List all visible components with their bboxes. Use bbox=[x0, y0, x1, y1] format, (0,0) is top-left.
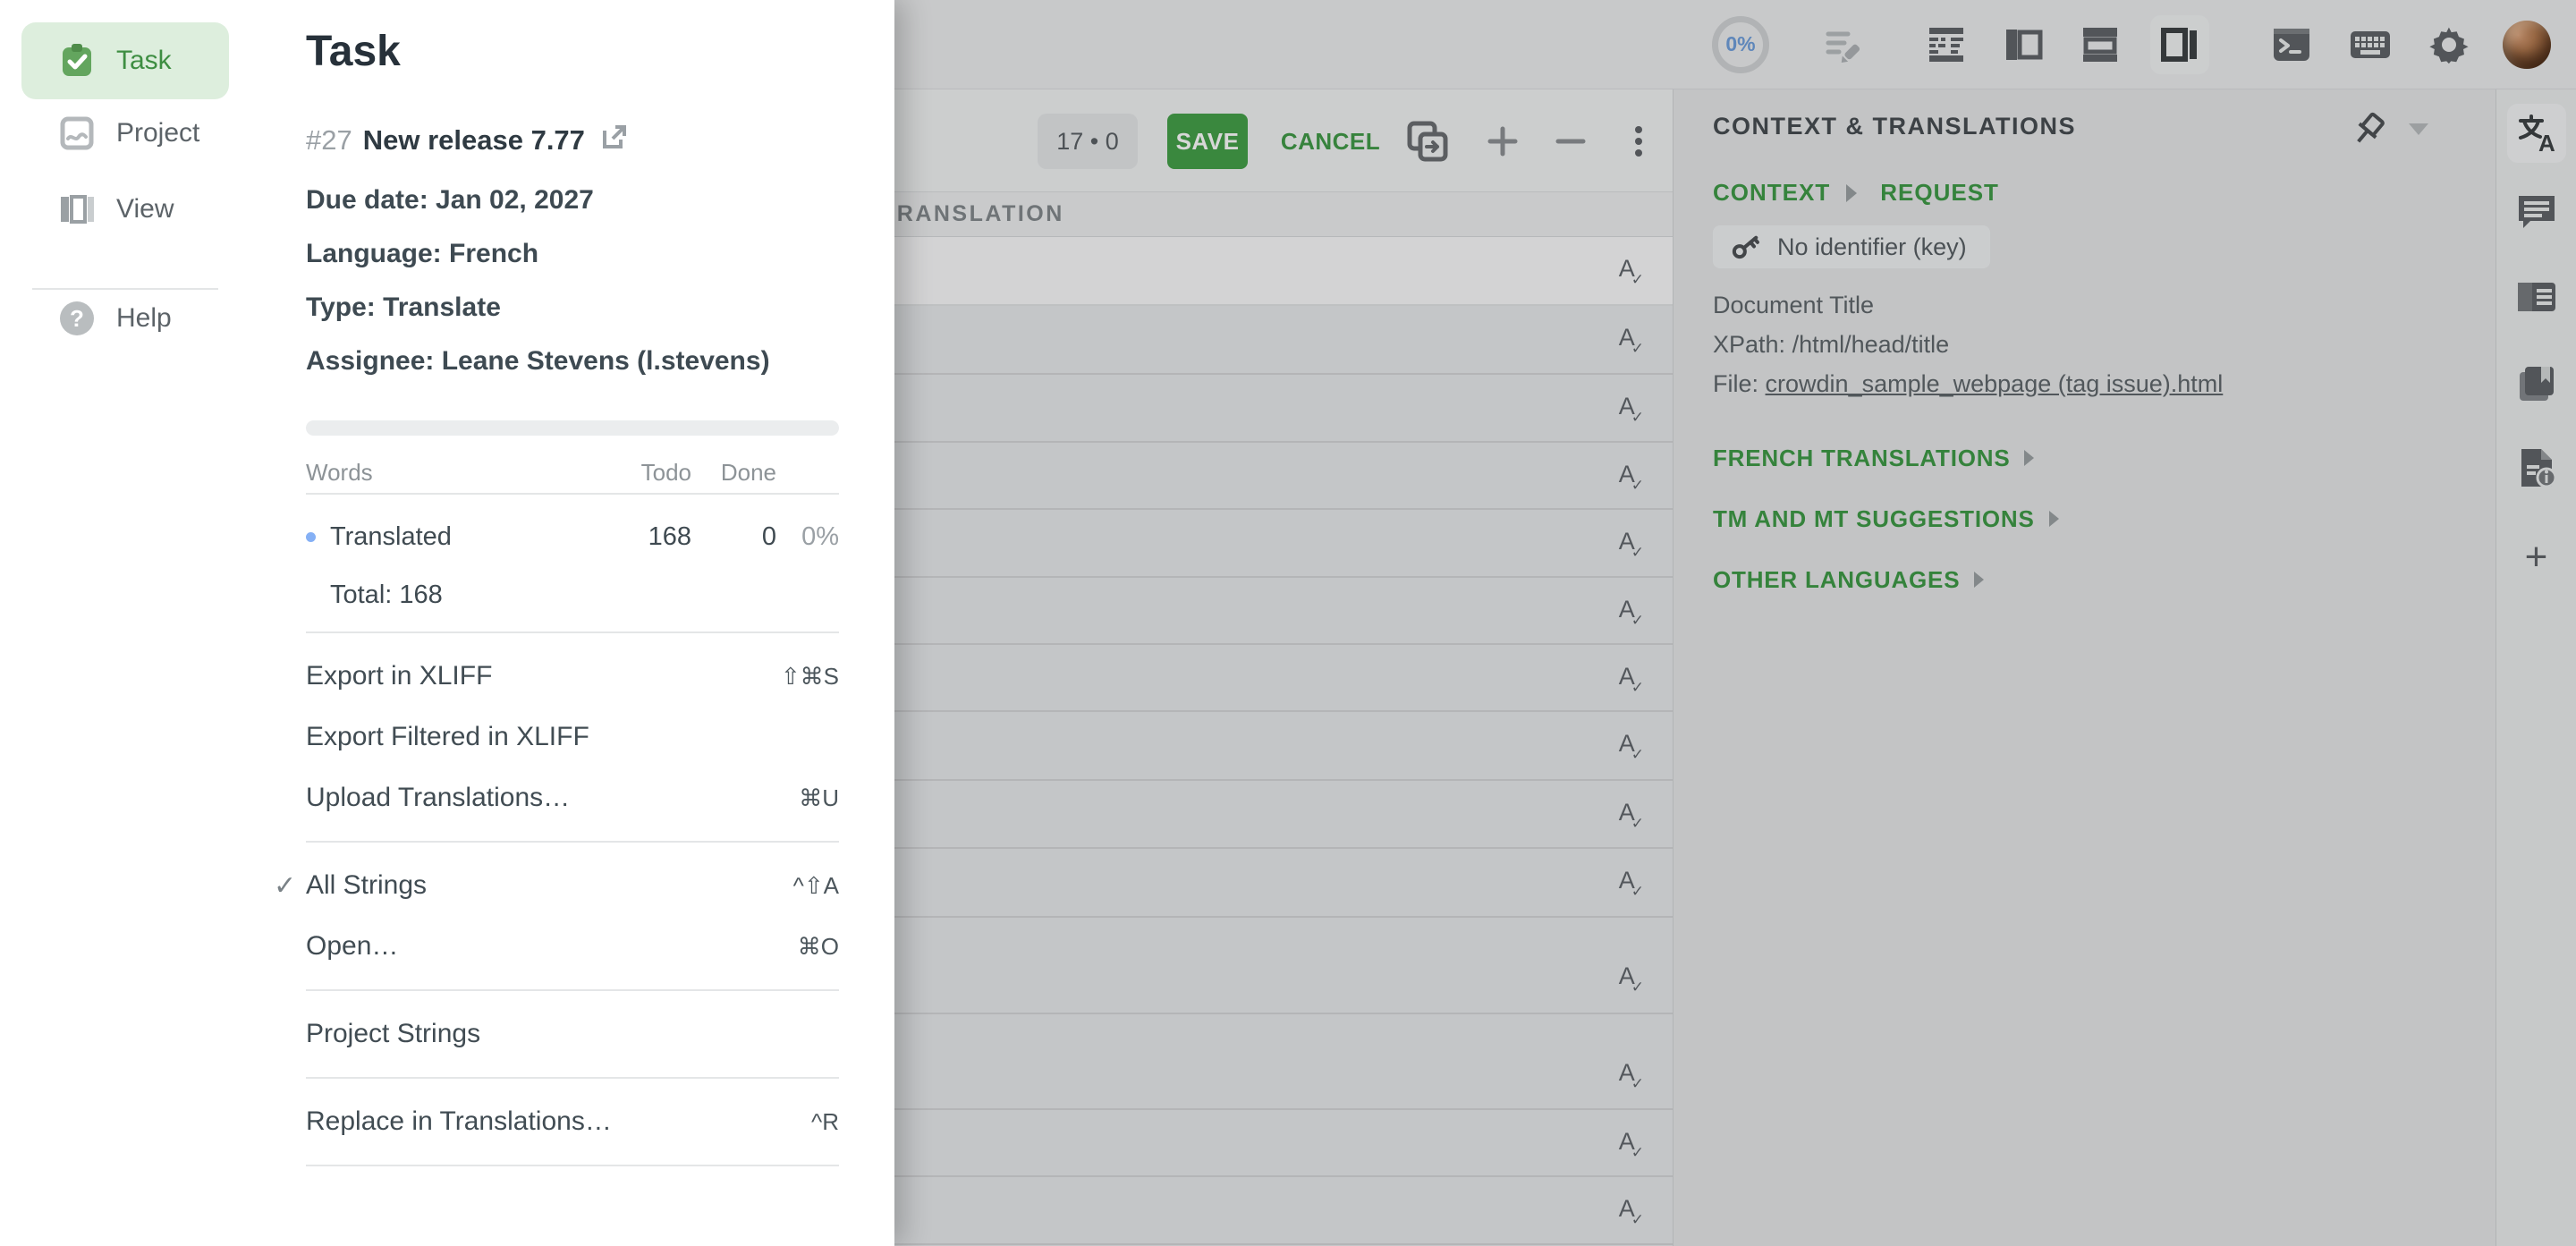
task-clipboard-icon bbox=[57, 41, 97, 81]
translated-dot-icon bbox=[306, 532, 316, 542]
task-summary-line: #27 New release 7.77 bbox=[306, 122, 630, 159]
menu-item-label: Export Filtered in XLIFF bbox=[306, 722, 839, 752]
menu-item-shortcut: ^R bbox=[811, 1108, 839, 1136]
menu-item[interactable]: Upload Translations…⌘U bbox=[306, 767, 839, 828]
menu-item-label: Upload Translations… bbox=[306, 783, 799, 813]
menu-item-label: Export in XLIFF bbox=[306, 661, 781, 691]
task-progress-bar bbox=[306, 420, 839, 436]
task-menu: Export in XLIFF⇧⌘S Export Filtered in XLI… bbox=[306, 631, 839, 1166]
task-assignee: Assignee: Leane Stevens (l.stevens) bbox=[306, 346, 770, 377]
menu-item[interactable]: Export Filtered in XLIFF bbox=[306, 707, 839, 767]
sidebar-item-label: Help bbox=[116, 303, 172, 334]
sidebar-item-label: Project bbox=[116, 118, 199, 148]
project-icon bbox=[57, 114, 97, 153]
svg-text:?: ? bbox=[70, 305, 84, 332]
menu-item[interactable]: Replace in Translations…^R bbox=[306, 1091, 839, 1152]
words-table: Words Todo Done Translated 168 0 0% Tota… bbox=[306, 452, 839, 610]
task-due-date: Due date: Jan 02, 2027 bbox=[306, 185, 594, 216]
open-task-external-icon[interactable] bbox=[599, 122, 630, 159]
view-columns-icon bbox=[57, 190, 97, 229]
task-type: Type: Translate bbox=[306, 292, 501, 323]
menu-item[interactable]: Project Strings bbox=[306, 1004, 839, 1064]
menu-item-label: Replace in Translations… bbox=[306, 1106, 811, 1137]
main-sidebar: Task Project View bbox=[0, 0, 250, 1246]
done-percent: 0% bbox=[776, 522, 839, 552]
task-language: Language: French bbox=[306, 239, 538, 269]
sidebar-item-label: View bbox=[116, 194, 174, 225]
menu-item-shortcut: ⌘O bbox=[798, 933, 839, 961]
menu-item[interactable]: Export in XLIFF⇧⌘S bbox=[306, 646, 839, 707]
todo-count: 168 bbox=[584, 522, 691, 552]
task-panel-title: Task bbox=[306, 27, 401, 76]
task-number: #27 bbox=[306, 124, 352, 157]
menu-item-shortcut: ⌘U bbox=[799, 784, 839, 812]
menu-item[interactable]: Open…⌘O bbox=[306, 916, 839, 977]
menu-item-shortcut: ^⇧A bbox=[793, 872, 839, 900]
help-icon: ? bbox=[57, 299, 97, 338]
sidebar-item-project[interactable]: Project bbox=[21, 105, 229, 162]
check-icon: ✓ bbox=[274, 870, 296, 902]
menu-item-shortcut: ⇧⌘S bbox=[781, 663, 839, 691]
words-total: Total: 168 bbox=[330, 581, 839, 610]
sidebar-item-view[interactable]: View bbox=[21, 181, 229, 238]
sidebar-item-label: Task bbox=[116, 46, 172, 76]
menu-item-label: Project Strings bbox=[306, 1019, 839, 1049]
task-panel: Task #27 New release 7.77 Due date: Jan … bbox=[250, 0, 894, 1246]
task-name: New release 7.77 bbox=[363, 124, 585, 157]
sidebar-item-help[interactable]: ? Help bbox=[21, 290, 229, 347]
words-table-row-translated: Translated 168 0 0% bbox=[306, 516, 839, 557]
menu-item-label: All Strings bbox=[306, 870, 793, 901]
words-table-header: Words Todo Done bbox=[306, 452, 839, 495]
sidebar-item-task[interactable]: Task bbox=[21, 22, 229, 99]
done-count: 0 bbox=[691, 522, 776, 552]
crowdin-editor-app: 0% bbox=[0, 0, 2576, 1246]
menu-item-label: Open… bbox=[306, 931, 798, 962]
menu-item[interactable]: ✓All Strings^⇧A bbox=[306, 855, 839, 916]
